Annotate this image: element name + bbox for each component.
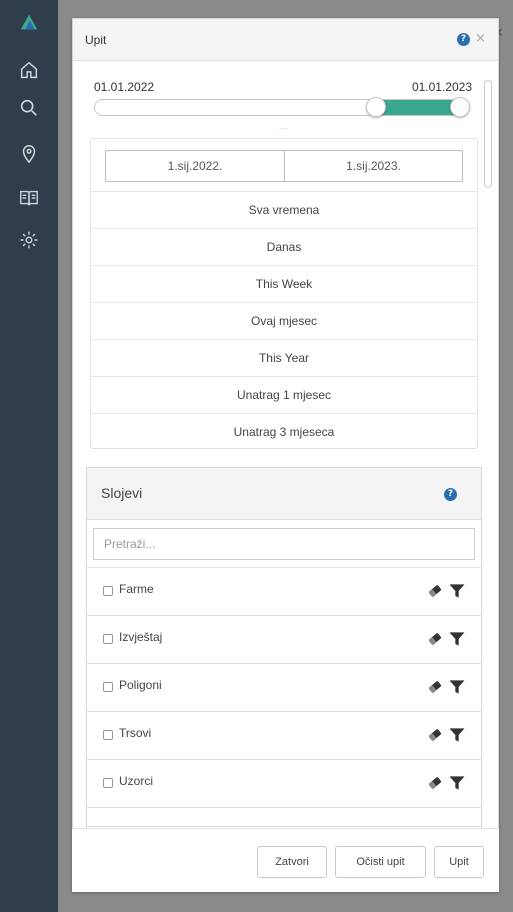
panel-scrollbar[interactable]: [484, 80, 492, 188]
layers-header: Slojevi ?: [87, 468, 481, 520]
layer-checkbox[interactable]: [103, 634, 113, 644]
layer-actions: [425, 629, 467, 649]
layers-help-icon[interactable]: ?: [444, 488, 457, 501]
layer-label: Izvještaj: [119, 630, 163, 644]
layer-checkbox[interactable]: [103, 730, 113, 740]
eraser-icon[interactable]: [425, 581, 445, 601]
layers-search-wrap: [87, 520, 481, 568]
query-button[interactable]: Upit: [434, 846, 484, 878]
filter-icon[interactable]: [447, 629, 467, 649]
layer-actions: [425, 725, 467, 745]
layers-search-input[interactable]: [93, 528, 475, 560]
layer-actions: [425, 773, 467, 793]
eraser-icon[interactable]: [425, 725, 445, 745]
period-option[interactable]: Sva vremena: [90, 191, 478, 228]
layer-row: Izvještaj: [87, 616, 481, 664]
range-slider-track[interactable]: [94, 99, 470, 116]
filter-icon[interactable]: [447, 677, 467, 697]
layer-row: Uzorci: [87, 760, 481, 808]
from-date-input[interactable]: 1.sij.2022.: [105, 150, 285, 182]
range-start-label: 01.01.2022: [94, 80, 155, 94]
period-list: Sva vremena Danas This Week Ovaj mjesec This…: [90, 191, 478, 450]
layer-label: Trsovi: [119, 726, 152, 740]
layers-box: Slojevi ? Farme Izvještaj Poligoni Trsovi Uz…: [86, 467, 482, 827]
eraser-icon[interactable]: [425, 629, 445, 649]
layer-label: Poligoni: [119, 678, 162, 692]
close-icon[interactable]: ×: [475, 31, 486, 46]
gear-icon[interactable]: [17, 228, 41, 252]
search-icon[interactable]: [17, 96, 41, 120]
period-option[interactable]: Ovaj mjesec: [90, 302, 478, 339]
panel-header: Upit ? ×: [73, 19, 498, 61]
logo-icon[interactable]: [17, 10, 41, 34]
home-icon[interactable]: [17, 58, 41, 82]
layer-checkbox[interactable]: [103, 586, 113, 596]
layer-checkbox[interactable]: [103, 778, 113, 788]
layer-label: Farme: [119, 582, 154, 596]
period-option[interactable]: This Week: [90, 265, 478, 302]
layer-row: Trsovi: [87, 712, 481, 760]
layer-checkbox[interactable]: [103, 682, 113, 692]
period-option[interactable]: Danas: [90, 228, 478, 265]
range-end-label: 01.01.2023: [411, 80, 472, 94]
eraser-icon[interactable]: [425, 677, 445, 697]
layer-row: Farme: [87, 568, 481, 616]
layers-title: Slojevi: [101, 485, 143, 501]
period-option[interactable]: This Year: [90, 339, 478, 376]
period-option[interactable]: Unatrag 3 mjeseca: [90, 413, 478, 450]
clear-query-button[interactable]: Očisti upit: [335, 846, 426, 878]
layer-label: Uzorci: [119, 774, 154, 788]
range-end-handle[interactable]: [450, 97, 470, 117]
layer-actions: [425, 581, 467, 601]
close-button[interactable]: Zatvori: [257, 846, 327, 878]
to-date-input[interactable]: 1.sij.2023.: [284, 150, 463, 182]
filter-icon[interactable]: [447, 725, 467, 745]
location-pin-icon[interactable]: [17, 142, 41, 166]
resize-grip[interactable]: ...: [279, 122, 289, 131]
layer-list: Farme Izvještaj Poligoni Trsovi Uzorci: [87, 568, 481, 808]
help-icon[interactable]: ?: [457, 33, 470, 46]
filter-icon[interactable]: [447, 581, 467, 601]
panel-title: Upit: [85, 33, 107, 47]
filter-icon[interactable]: [447, 773, 467, 793]
layer-row: Poligoni: [87, 664, 481, 712]
sidebar: [0, 0, 58, 912]
book-icon[interactable]: [17, 186, 41, 210]
eraser-icon[interactable]: [425, 773, 445, 793]
period-option[interactable]: Unatrag 1 mjesec: [90, 376, 478, 413]
layer-actions: [425, 677, 467, 697]
range-start-handle[interactable]: [366, 97, 386, 117]
